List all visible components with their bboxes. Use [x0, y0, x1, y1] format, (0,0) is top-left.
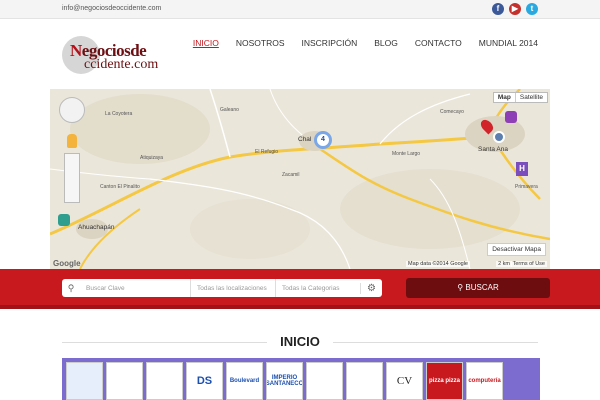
nav-inscripcion[interactable]: INSCRIPCIÓN — [302, 38, 358, 48]
category-select[interactable]: Todas la Categorias — [275, 279, 360, 297]
map-label: Zacamil — [282, 172, 300, 178]
top-bar: info@negociosdeoccidente.com f ▶ t — [0, 0, 600, 19]
map-label: Primavera — [515, 184, 538, 190]
nav-mundial[interactable]: MUNDIAL 2014 — [479, 38, 538, 48]
business-logo[interactable]: IMPERIO SANTANECO — [266, 362, 303, 400]
map-footer: Google Map data ©2014 Google 2 km Terms … — [50, 259, 550, 269]
deactivate-map-button[interactable]: Desactivar Mapa — [487, 243, 546, 256]
site-header: Negociosde ccidente.com INICIO NOSOTROS … — [0, 19, 600, 89]
business-logo[interactable]: Boulevard — [226, 362, 263, 400]
business-logo[interactable] — [146, 362, 183, 400]
map-label: Galeano — [220, 107, 239, 113]
nav-contacto[interactable]: CONTACTO — [415, 38, 462, 48]
map-label: Monte Largo — [392, 151, 421, 157]
map-label: Comecayo — [440, 109, 464, 115]
map-label: La Coyotera — [105, 111, 133, 117]
search-button-label: BUSCAR — [465, 283, 499, 292]
map-type-satellite[interactable]: Satellite — [516, 93, 547, 102]
search-form: ⚲ Buscar Clave Todas las localizaciones … — [62, 279, 382, 297]
search-bar: ⚲ Buscar Clave Todas las localizaciones … — [0, 269, 600, 309]
map-label: El Refugio — [255, 149, 279, 155]
business-logo[interactable]: CV — [386, 362, 423, 400]
divider — [333, 342, 538, 343]
nav-blog[interactable]: BLOG — [374, 38, 398, 48]
pegman-icon[interactable] — [67, 134, 77, 148]
map-view[interactable]: La Coyotera Galeano Chal Atiquizaya El R… — [50, 89, 550, 269]
business-logo[interactable] — [306, 362, 343, 400]
map-label: Ahuachapán — [78, 224, 115, 231]
map-pin-icon[interactable] — [493, 131, 505, 143]
facebook-icon[interactable]: f — [492, 3, 504, 15]
business-logo[interactable]: DS — [186, 362, 223, 400]
map-pin-icon[interactable] — [505, 111, 517, 123]
nav-inicio[interactable]: INICIO — [193, 38, 219, 48]
map-label: Chal — [298, 136, 312, 143]
gear-icon[interactable]: ⚙ — [360, 282, 382, 294]
map-label: Canton El Pinalito — [100, 184, 140, 190]
zoom-slider[interactable] — [64, 153, 80, 203]
map-type-control: Map Satellite — [492, 92, 548, 103]
map-label: Atiquizaya — [140, 155, 164, 161]
google-logo: Google — [53, 259, 81, 268]
hotel-marker-icon[interactable]: H — [516, 162, 528, 176]
keyword-input[interactable]: Buscar Clave — [80, 279, 190, 297]
business-logos-carousel: DS Boulevard IMPERIO SANTANECO CV pizza … — [62, 358, 540, 400]
main-nav: INICIO NOSOTROS INSCRIPCIÓN BLOG CONTACT… — [193, 38, 538, 48]
youtube-icon[interactable]: ▶ — [509, 3, 521, 15]
terms-of-use-link[interactable]: Terms of Use — [510, 261, 547, 267]
search-button[interactable]: ⚲ BUSCAR — [406, 278, 550, 298]
location-select[interactable]: Todas las localizaciones — [190, 279, 275, 297]
business-logo[interactable] — [106, 362, 143, 400]
nav-nosotros[interactable]: NOSOTROS — [236, 38, 285, 48]
business-logo[interactable]: computería — [466, 362, 503, 400]
map-data-attribution: Map data ©2014 Google — [405, 261, 470, 267]
business-logo[interactable]: pizza pizza — [426, 362, 463, 400]
search-icon: ⚲ — [67, 282, 75, 293]
contact-email[interactable]: info@negociosdeoccidente.com — [62, 5, 161, 12]
map-type-map[interactable]: Map — [494, 93, 516, 102]
logo-text-line2: ccidente.com — [84, 57, 159, 72]
pan-control[interactable] — [59, 97, 85, 123]
twitter-icon[interactable]: t — [526, 3, 538, 15]
marker-cluster[interactable]: 4 — [314, 131, 332, 149]
business-logo[interactable] — [346, 362, 383, 400]
map-label: Santa Ana — [478, 146, 508, 153]
business-logo[interactable] — [66, 362, 103, 400]
map-pin-icon[interactable] — [58, 214, 70, 226]
